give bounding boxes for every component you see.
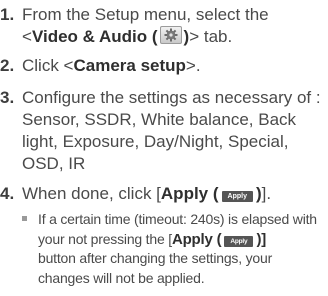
step-text: When done, click [Apply (Apply)]. [22, 183, 324, 205]
note-line: changes will not be applied. [38, 269, 205, 286]
text-fragment: Click < [22, 56, 74, 75]
apply-button: Apply [221, 191, 253, 202]
step-number: 2. [0, 56, 15, 75]
step-line: When done, click [Apply (Apply)]. [22, 183, 324, 205]
bold-label: Camera setup [73, 56, 186, 75]
step-text: Configure the settings as necessary of :… [22, 87, 324, 175]
step-line: light, Exposure, Day/Night, Special, [22, 132, 289, 151]
text-fragment: ]. [261, 184, 272, 203]
bold-label: Video & Audio ( [31, 27, 158, 46]
text-fragment: > tab. [189, 27, 233, 46]
text-fragment: When done, click [ [22, 184, 161, 203]
step-number: 1. [0, 5, 15, 24]
step-text: Click <Camera setup>. [22, 55, 324, 77]
video-audio-tab-button [159, 26, 182, 44]
apply-button: Apply [224, 235, 254, 247]
gear-icon [164, 28, 178, 42]
text-fragment: >. [185, 56, 201, 75]
note-text: If a certain time (timeout: 240s) is ela… [38, 210, 322, 288]
text-fragment: your not pressing the [ [38, 230, 172, 247]
step-line: <Video & Audio ()> tab. [22, 26, 324, 48]
step-number: 3. [0, 88, 15, 107]
bold-label: Apply ( [171, 230, 222, 248]
bold-label: Apply ( [160, 184, 219, 203]
manual-page: 1. From the Setup menu, select the <Vide… [0, 0, 328, 296]
text-fragment: < [22, 27, 32, 46]
note-line: button after changing the settings, your [38, 250, 273, 266]
note-line: your not pressing the [Apply (Apply)] [38, 230, 322, 250]
step-number: 4. [0, 184, 15, 203]
step-line: Sensor, SSDR, White balance, Back [22, 110, 297, 129]
bold-label: ] [261, 230, 267, 248]
step-line: OSD, IR [22, 154, 86, 173]
step-line: Configure the settings as necessary of : [22, 88, 321, 107]
bullet-square-icon [22, 216, 27, 221]
note-line: If a certain time (timeout: 240s) is ela… [38, 211, 317, 227]
step-text: From the Setup menu, select the <Video &… [22, 4, 324, 48]
step-line: From the Setup menu, select the [22, 5, 269, 24]
step-line: Click <Camera setup>. [22, 55, 324, 77]
